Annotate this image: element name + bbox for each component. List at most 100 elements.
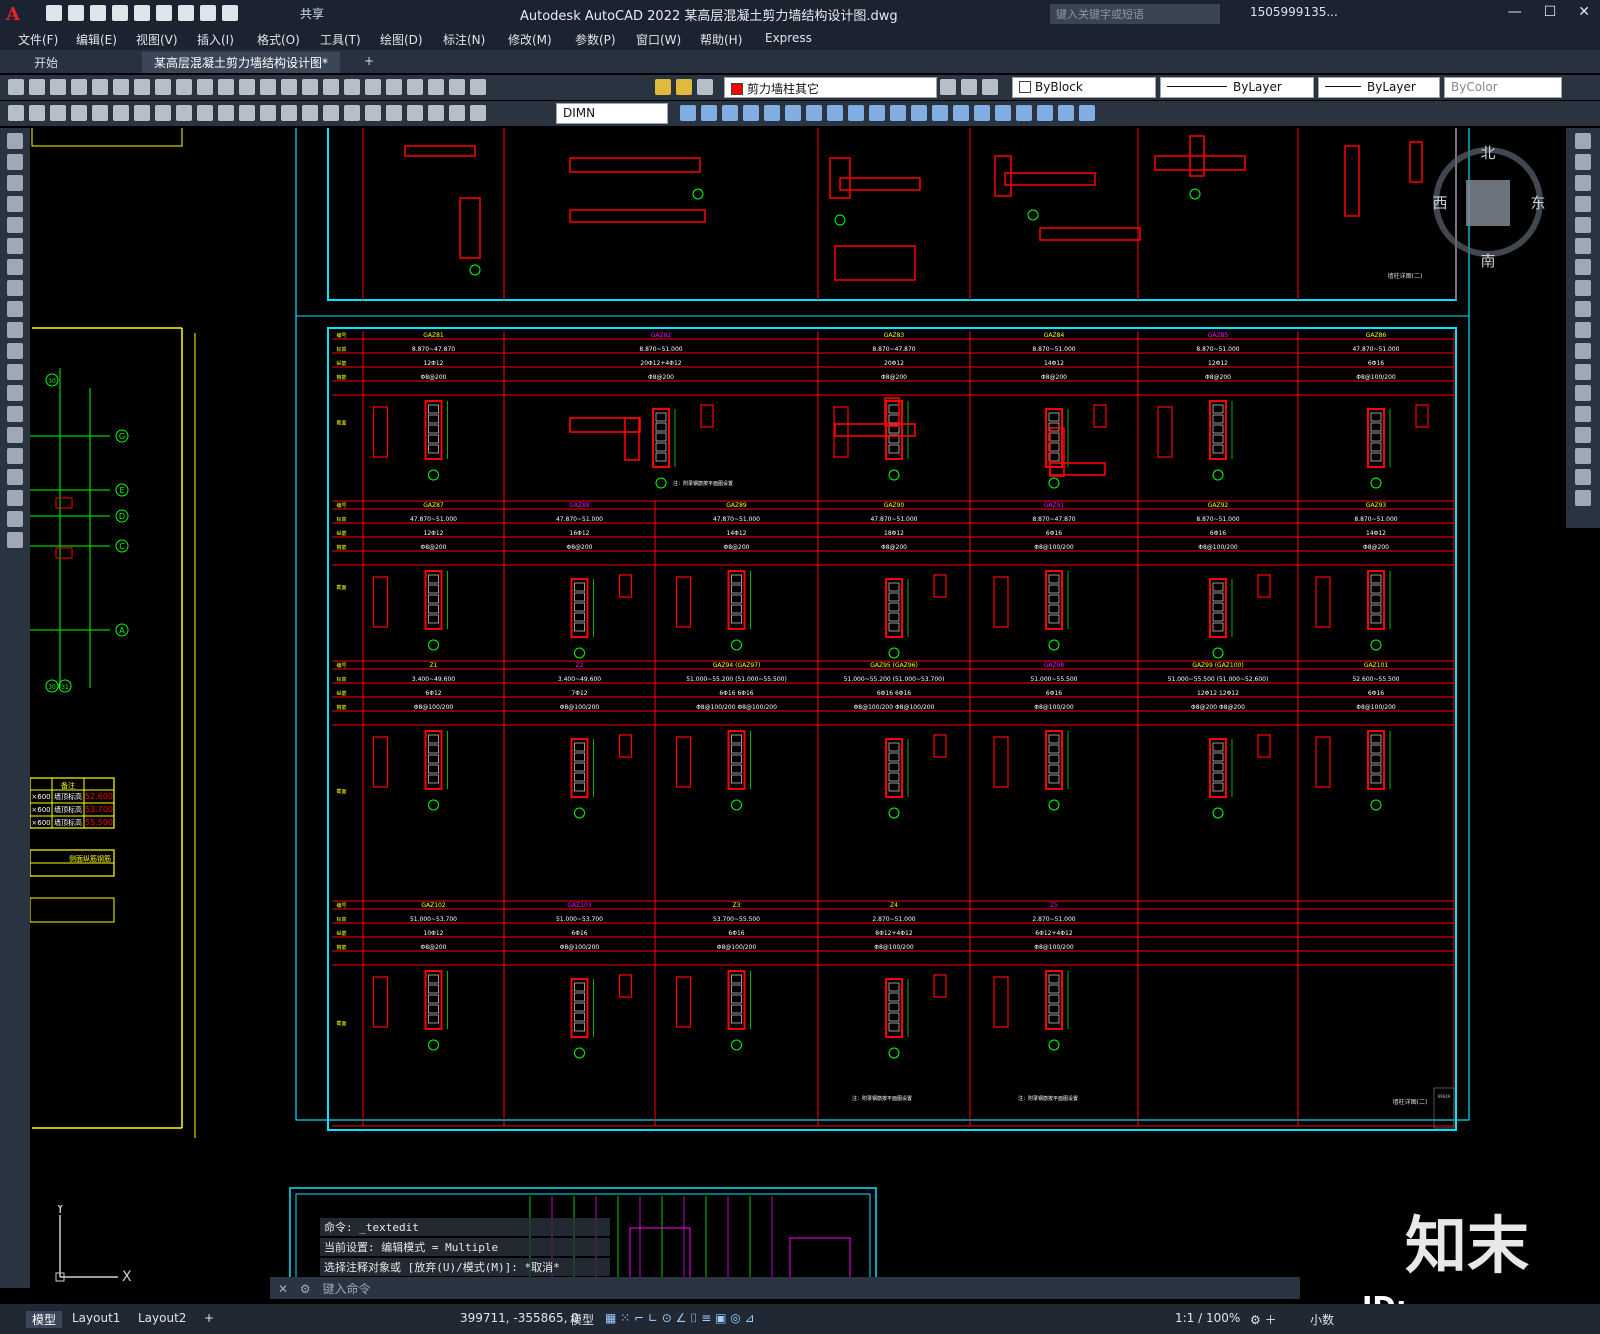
layer-freeze-icon[interactable] xyxy=(676,79,692,95)
save-icon[interactable] xyxy=(50,79,66,95)
fillet-icon[interactable] xyxy=(1575,448,1591,464)
designcenter-icon[interactable] xyxy=(365,79,381,95)
layer-properties-icon[interactable] xyxy=(8,105,24,121)
tab-add-layout[interactable]: + xyxy=(204,1311,214,1325)
close-command-icon[interactable]: ✕ xyxy=(278,1282,288,1296)
paste-icon[interactable] xyxy=(176,79,192,95)
markup-icon[interactable] xyxy=(428,79,444,95)
zoom-realtime-icon[interactable] xyxy=(281,79,297,95)
mirror-icon[interactable] xyxy=(722,105,738,121)
dim-edit-icon[interactable] xyxy=(428,105,444,121)
move-icon[interactable] xyxy=(785,105,801,121)
quickcalc-icon[interactable] xyxy=(449,79,465,95)
center-mark-icon[interactable] xyxy=(365,105,381,121)
erase-icon[interactable] xyxy=(1575,133,1591,149)
offset-icon[interactable] xyxy=(743,105,759,121)
break-icon[interactable] xyxy=(1575,385,1591,401)
dim-angular-icon[interactable] xyxy=(218,105,234,121)
dim-space-icon[interactable] xyxy=(302,105,318,121)
trim-icon[interactable] xyxy=(869,105,885,121)
erase-icon[interactable] xyxy=(680,105,696,121)
menu-window[interactable]: 窗口(W) xyxy=(636,31,681,48)
trim-icon[interactable] xyxy=(1575,322,1591,338)
xline-icon[interactable] xyxy=(7,154,23,170)
menu-format[interactable]: 格式(O) xyxy=(257,31,300,48)
move-icon[interactable] xyxy=(1575,238,1591,254)
color-dropdown[interactable]: ByBlock xyxy=(1012,77,1156,98)
save-icon[interactable] xyxy=(90,5,106,21)
fillet-icon[interactable] xyxy=(974,105,990,121)
layer-on-icon[interactable] xyxy=(655,79,671,95)
layer-prev-icon[interactable] xyxy=(50,105,66,121)
user-account[interactable]: 1505999135... xyxy=(1250,5,1338,19)
viewcube[interactable]: 北 南 东 西 xyxy=(1430,140,1550,270)
dim-update-icon[interactable] xyxy=(470,105,486,121)
array-icon[interactable] xyxy=(764,105,780,121)
menu-express[interactable]: Express xyxy=(765,31,812,45)
join-icon[interactable] xyxy=(932,105,948,121)
menu-draw[interactable]: 绘图(D) xyxy=(380,31,423,48)
line-icon[interactable] xyxy=(7,133,23,149)
explode-icon[interactable] xyxy=(1575,490,1591,506)
insert-block-icon[interactable] xyxy=(7,364,23,380)
draworder-icon[interactable] xyxy=(1037,105,1053,121)
dimstyle-dropdown[interactable]: DIMN xyxy=(556,103,668,124)
redo-icon[interactable] xyxy=(222,5,238,21)
layer-states-icon[interactable] xyxy=(29,105,45,121)
open-icon[interactable] xyxy=(68,5,84,21)
dim-jog-line-icon[interactable] xyxy=(407,105,423,121)
tab-layout2[interactable]: Layout2 xyxy=(138,1311,186,1325)
chamfer-icon[interactable] xyxy=(953,105,969,121)
zoom-window-icon[interactable] xyxy=(302,79,318,95)
undo-icon[interactable] xyxy=(200,5,216,21)
minimize-button[interactable]: — xyxy=(1508,4,1522,20)
ellipse-icon[interactable] xyxy=(7,322,23,338)
print-icon[interactable] xyxy=(71,79,87,95)
menu-view[interactable]: 视图(V) xyxy=(136,31,178,48)
chamfer-icon[interactable] xyxy=(1575,427,1591,443)
publish-icon[interactable] xyxy=(113,79,129,95)
customize-command-icon[interactable]: ⚙ xyxy=(300,1282,311,1296)
array-icon[interactable] xyxy=(1575,217,1591,233)
open-icon[interactable] xyxy=(29,79,45,95)
tab-layout1[interactable]: Layout1 xyxy=(72,1311,120,1325)
gradient-icon[interactable] xyxy=(7,448,23,464)
region-icon[interactable] xyxy=(7,469,23,485)
dim-diameter-icon[interactable] xyxy=(197,105,213,121)
dim-break-icon[interactable] xyxy=(323,105,339,121)
layer-iso-icon[interactable] xyxy=(982,79,998,95)
sheetset-icon[interactable] xyxy=(407,79,423,95)
dim-jogged-icon[interactable] xyxy=(176,105,192,121)
copy-icon[interactable] xyxy=(155,79,171,95)
rectangle-icon[interactable] xyxy=(7,217,23,233)
units-readout[interactable]: 小数 xyxy=(1310,1311,1334,1328)
add-selected-icon[interactable] xyxy=(7,532,23,548)
stretch-icon[interactable] xyxy=(1575,301,1591,317)
plot-icon[interactable] xyxy=(178,5,194,21)
dim-ordinate-icon[interactable] xyxy=(134,105,150,121)
properties-icon[interactable] xyxy=(344,79,360,95)
close-button[interactable]: ✕ xyxy=(1578,4,1590,20)
autocad-logo-icon[interactable]: A xyxy=(6,4,26,25)
drawing-canvas[interactable]: G E D C A 30 30 31 备注 ×600 墙顶标高 52.600 ×600 墙顶标高 53.70… xyxy=(30,128,1566,1288)
join-icon[interactable] xyxy=(1575,406,1591,422)
extend-icon[interactable] xyxy=(1575,343,1591,359)
tab-start[interactable]: 开始 xyxy=(22,52,70,73)
tab-drawing[interactable]: 某高层混凝土剪力墙结构设计图* xyxy=(142,52,341,73)
polygon-icon[interactable] xyxy=(7,196,23,212)
open-web-icon[interactable] xyxy=(134,5,150,21)
blend-icon[interactable] xyxy=(995,105,1011,121)
rotate-icon[interactable] xyxy=(1575,259,1591,275)
copy-icon[interactable] xyxy=(1575,154,1591,170)
coordinates-readout[interactable]: 399711, -355865, 0 xyxy=(460,1311,579,1325)
blend-curves-icon[interactable] xyxy=(1575,469,1591,485)
layer-match-icon[interactable] xyxy=(940,79,956,95)
explode-icon[interactable] xyxy=(1016,105,1032,121)
linetype-dropdown[interactable]: ByLayer xyxy=(1160,77,1314,98)
matchprop-icon[interactable] xyxy=(197,79,213,95)
tab-add[interactable]: + xyxy=(352,52,386,73)
tool-palettes-icon[interactable] xyxy=(386,79,402,95)
menu-file[interactable]: 文件(F) xyxy=(18,31,58,48)
layer-lock-icon[interactable] xyxy=(697,79,713,95)
command-input[interactable]: ✕ ⚙ 键入命令 xyxy=(270,1277,1300,1299)
